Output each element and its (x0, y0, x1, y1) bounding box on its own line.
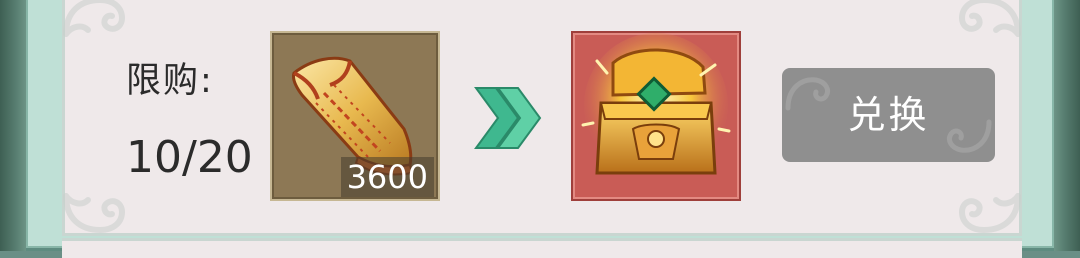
golden-treasure-chest-icon (581, 33, 731, 177)
cloud-ornament-icon (63, 193, 126, 234)
left-border-decoration (0, 0, 26, 251)
exchange-button[interactable]: 兑换 (782, 68, 995, 162)
cloud-ornament-icon (63, 0, 126, 37)
purchase-limit-count: 10/20 (126, 132, 253, 183)
exchange-button-label: 兑换 (847, 93, 930, 137)
right-border-decoration (1054, 0, 1080, 251)
next-exchange-row (62, 238, 1022, 258)
double-chevron-right-icon (474, 87, 542, 149)
cloud-ornament-icon (958, 193, 1021, 234)
exchange-panel: 限购: 10/20 3600 兑换 (0, 0, 1080, 258)
cost-item-slot[interactable]: 3600 (270, 31, 440, 201)
purchase-limit-label: 限购: (126, 61, 214, 101)
cost-item-quantity: 3600 (340, 157, 434, 197)
cloud-ornament-icon (958, 0, 1021, 37)
reward-item-slot[interactable] (571, 31, 741, 201)
